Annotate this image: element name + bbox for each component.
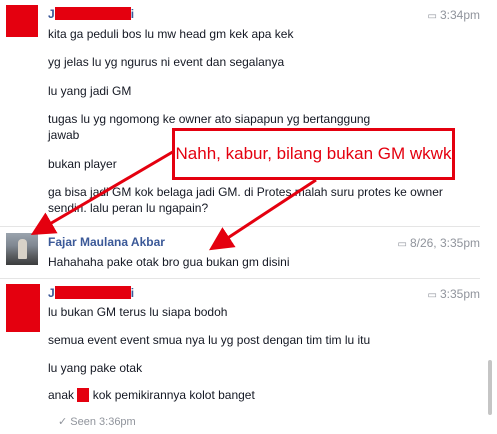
annotation-callout: Nahh, kabur, bilang bukan GM wkwk [172,128,455,180]
arrow-to-avatar [30,148,177,236]
annotation-arrows [30,148,317,251]
arrow-to-name [208,178,317,251]
